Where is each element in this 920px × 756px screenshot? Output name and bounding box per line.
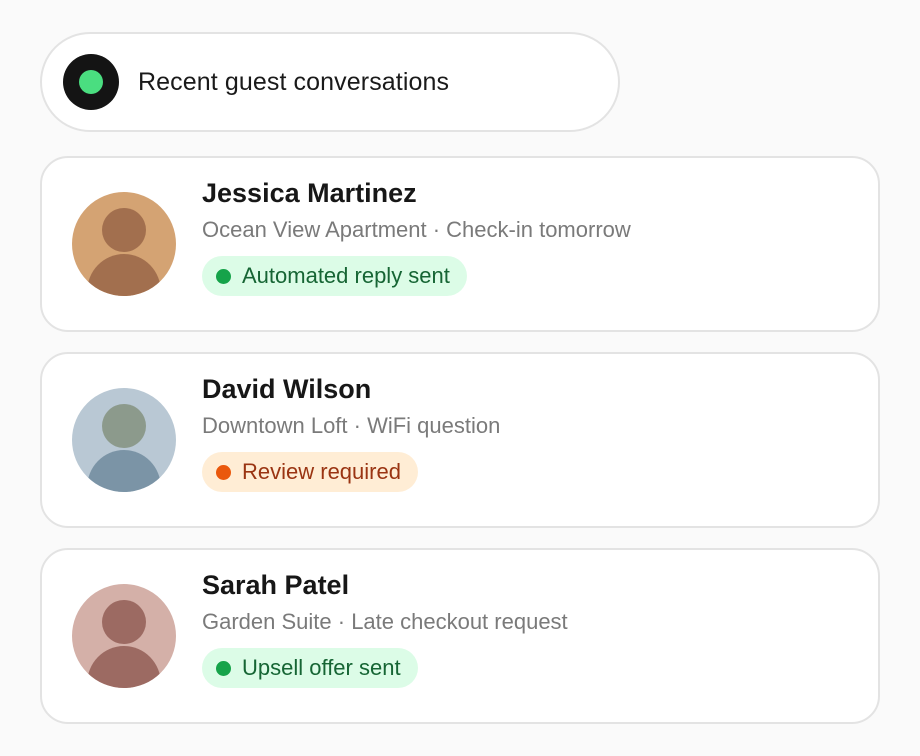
guest-detail: Garden Suite · Late checkout request <box>202 609 568 634</box>
status-label: Automated reply sent <box>242 263 450 288</box>
status-dot-icon <box>216 464 231 480</box>
section-title: Recent guest conversations <box>138 67 450 96</box>
guest-name: Jessica Martinez <box>202 178 417 208</box>
guest-name: David Wilson <box>202 374 372 404</box>
live-dot <box>79 70 103 94</box>
live-indicator-icon <box>63 54 119 110</box>
section-header: Recent guest conversations <box>40 32 620 132</box>
status-badge: Automated reply sent <box>202 256 467 296</box>
status-dot-icon <box>216 660 231 676</box>
guest-name: Sarah Patel <box>202 570 350 600</box>
guest-detail: Ocean View Apartment · Check-in tomorrow <box>202 217 631 242</box>
conversation-card-sarah-patel[interactable]: Sarah Patel Garden Suite · Late checkout… <box>40 548 880 724</box>
guest-detail: Downtown Loft · WiFi question <box>202 413 501 438</box>
conversation-card-david-wilson[interactable]: David Wilson Downtown Loft · WiFi questi… <box>40 352 880 528</box>
avatar <box>72 584 176 688</box>
avatar <box>72 192 176 296</box>
status-badge: Review required <box>202 452 418 492</box>
status-label: Review required <box>242 459 401 484</box>
status-badge: Upsell offer sent <box>202 648 418 688</box>
conversation-card-jessica-martinez[interactable]: Jessica Martinez Ocean View Apartment · … <box>40 156 880 332</box>
status-label: Upsell offer sent <box>242 655 401 680</box>
status-dot-icon <box>216 268 231 284</box>
avatar <box>72 388 176 492</box>
